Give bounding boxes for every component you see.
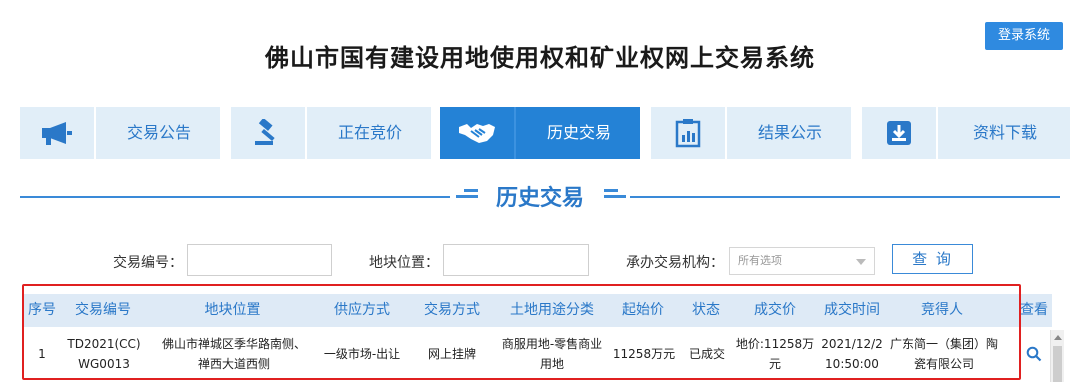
nav-item-bidding[interactable]: 正在竞价 [231, 107, 431, 159]
trade-no-input[interactable] [187, 244, 332, 276]
location-input[interactable] [443, 244, 589, 276]
nav-label: 正在竞价 [337, 123, 402, 142]
nav-item-history[interactable]: 历史交易 [440, 107, 640, 159]
chevron-down-icon [856, 259, 866, 265]
nav-label: 历史交易 [546, 123, 611, 142]
site-title: 佛山市国有建设用地使用权和矿业权网上交易系统 [265, 43, 815, 72]
location-label: 地块位置： [369, 255, 439, 271]
nav-item-results[interactable]: 结果公示 [651, 107, 851, 159]
nav-label: 资料下载 [972, 123, 1037, 142]
nav-label: 结果公示 [757, 123, 822, 142]
gavel-icon [231, 107, 307, 159]
nav-item-announcements[interactable]: 交易公告 [20, 107, 220, 159]
trade-no-label: 交易编号： [113, 255, 183, 271]
table-scrollbar[interactable] [1050, 330, 1064, 382]
view-button[interactable] [1022, 330, 1046, 378]
megaphone-icon [20, 107, 96, 159]
search-icon [1026, 346, 1042, 362]
nav-label: 交易公告 [126, 123, 191, 142]
section-title: 历史交易 [495, 186, 584, 211]
agency-select-value: 所有选项 [738, 254, 782, 267]
scroll-up-icon[interactable] [1054, 335, 1062, 340]
handshake-icon [440, 107, 516, 159]
agency-label: 承办交易机构： [626, 255, 724, 271]
scroll-thumb[interactable] [1053, 346, 1062, 382]
main-nav: 交易公告 正在竞价 历史交易 结果公示 资料下载 [20, 107, 1070, 159]
download-icon [862, 107, 938, 159]
agency-select[interactable]: 所有选项 [729, 247, 875, 275]
nav-item-downloads[interactable]: 资料下载 [862, 107, 1070, 159]
highlight-frame [22, 284, 1021, 380]
chart-document-icon [651, 107, 727, 159]
query-button[interactable]: 查 询 [892, 244, 973, 274]
